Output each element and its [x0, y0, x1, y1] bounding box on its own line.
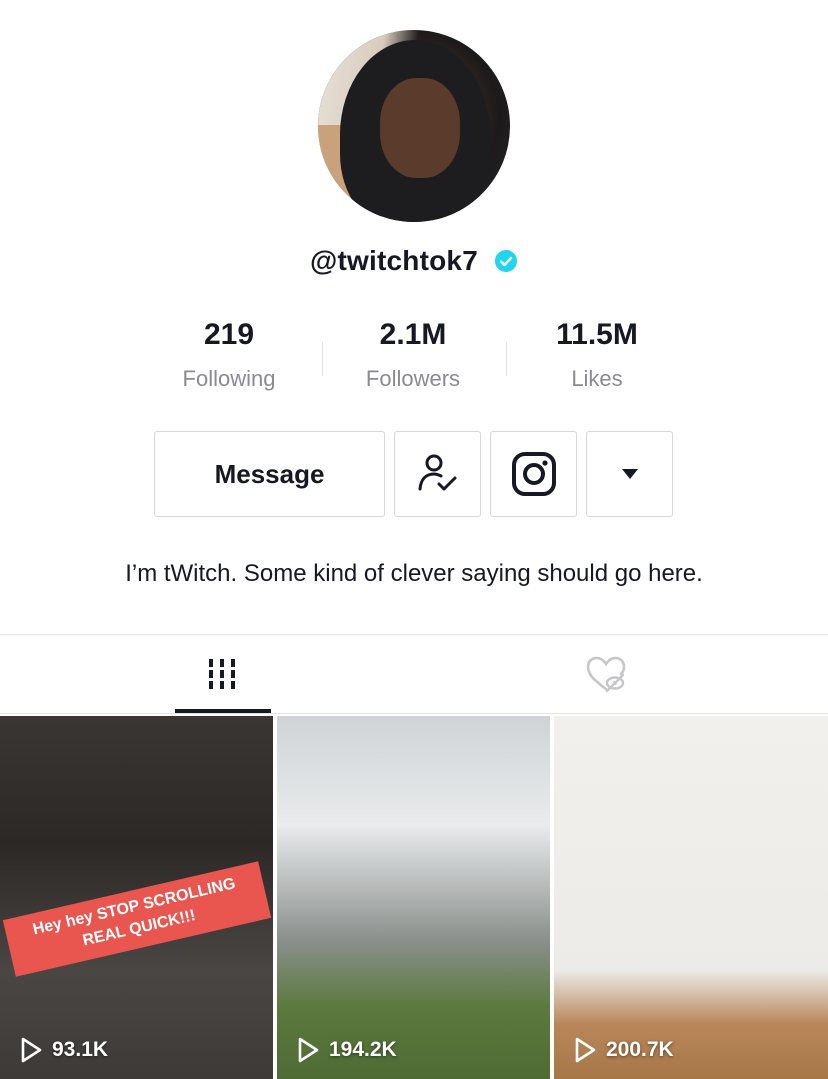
following-button[interactable] — [394, 431, 481, 517]
video-views-count-2: 194.2K — [329, 1038, 397, 1061]
avatar-face — [380, 78, 460, 178]
tabs-bottom-divider — [0, 713, 828, 714]
instagram-button[interactable] — [490, 431, 577, 517]
video-thumbnail-3[interactable]: 200.7K — [554, 716, 828, 1079]
tab-videos[interactable] — [15, 636, 429, 712]
profile-username-row: @twitchtok7 — [0, 245, 828, 277]
stat-followers-value: 2.1M — [379, 318, 447, 351]
video-views-3: 200.7K — [574, 1037, 674, 1063]
tabs-top-divider — [0, 634, 828, 635]
video-views-count-1: 93.1K — [52, 1038, 109, 1061]
play-icon — [21, 1037, 42, 1063]
stat-followers[interactable]: 2.1M Followers — [321, 318, 505, 392]
video-views-1: 93.1K — [20, 1037, 108, 1063]
profile-username: @twitchtok7 — [310, 245, 478, 276]
liked-hidden-icon — [586, 656, 626, 693]
tab-liked[interactable] — [399, 636, 813, 712]
profile-bio: I’m tWitch. Some kind of clever saying s… — [125, 560, 703, 587]
play-icon — [575, 1037, 596, 1063]
video-views-count-3: 200.7K — [606, 1038, 674, 1061]
caret-down-icon — [621, 469, 638, 479]
user-check-icon — [418, 454, 456, 491]
grid-icon — [209, 659, 235, 689]
stat-likes-value: 11.5M — [556, 318, 638, 351]
play-icon — [298, 1037, 319, 1063]
stat-followers-label: Followers — [365, 366, 461, 391]
more-options-button[interactable] — [586, 431, 673, 517]
stat-likes-label: Likes — [571, 366, 623, 391]
profile-avatar[interactable] — [318, 30, 510, 222]
stat-following-value: 219 — [203, 318, 255, 351]
message-button[interactable]: Message — [154, 431, 385, 517]
verified-badge-icon — [494, 249, 517, 272]
instagram-icon — [511, 452, 556, 496]
stat-likes[interactable]: 11.5M Likes — [505, 318, 689, 392]
video-thumbnail-2[interactable]: 194.2K — [277, 716, 550, 1079]
stat-following-label: Following — [182, 366, 276, 391]
stat-following[interactable]: 219 Following — [137, 318, 321, 392]
video-views-2: 194.2K — [297, 1037, 397, 1063]
